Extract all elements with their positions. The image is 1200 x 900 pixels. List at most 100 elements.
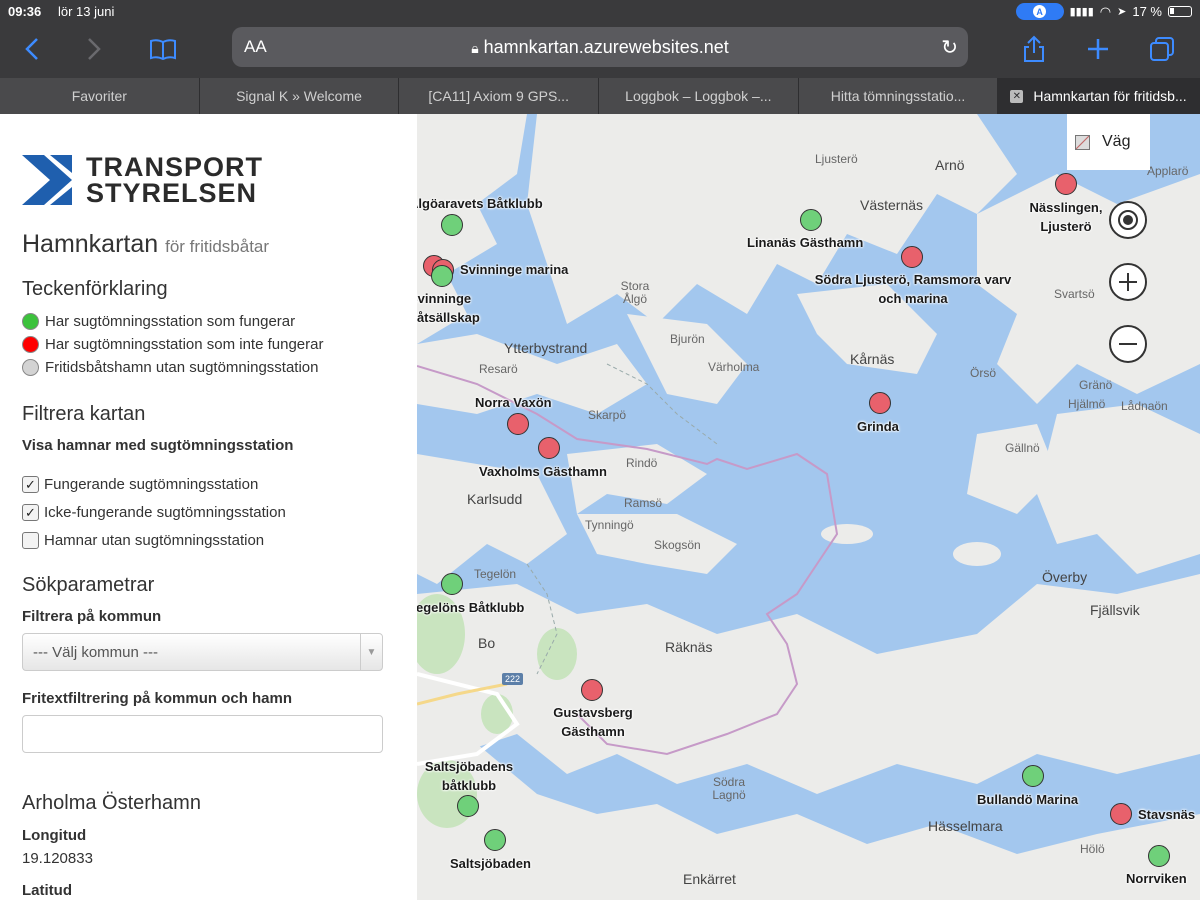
freetext-input[interactable] [22,715,383,753]
place-bo: Bo [478,635,496,651]
share-button[interactable] [1016,32,1052,66]
reload-icon[interactable]: ↻ [941,35,958,60]
status-time: 09:36 [8,4,42,19]
harbor-marker[interactable] [457,795,479,817]
layer-control[interactable]: Väg [1067,114,1150,170]
locate-me-button[interactable] [1109,201,1147,239]
battery-icon [1168,6,1192,17]
logo-mark-icon [22,155,72,205]
url-value: hamnkartan.azurewebsites.net [483,37,729,57]
back-button[interactable] [14,32,50,66]
place-tynningo: Tynningö [585,518,634,532]
harbor-label: Nässlingen, Ljusterö [1029,200,1103,234]
longitude-label: Longitud [22,827,87,844]
checkbox-checked-icon[interactable]: ✓ [22,504,39,521]
harbor-marker[interactable] [1148,845,1170,867]
zoom-in-button[interactable] [1109,263,1147,301]
bookmarks-button[interactable] [145,32,181,66]
filter-option-broken[interactable]: ✓ Icke-fungerande sugtömningsstation [22,504,286,521]
filter-option-working[interactable]: ✓ Fungerande sugtömningsstation [22,476,258,493]
map[interactable]: Ljusterö Arnö Västernäs Applarö Stora Ål… [417,114,1200,900]
harbor-marker[interactable] [800,209,822,231]
harbor-marker[interactable] [431,265,453,287]
dropdown-arrow-icon: ▼ [360,634,382,670]
kommun-label: Filtrera på kommun [22,608,162,625]
harbor-marker[interactable] [441,214,463,236]
filter-option-none[interactable]: Hamnar utan sugtömningsstation [22,532,264,549]
place-stora-algo: Stora Ålgö [620,279,650,306]
tab-axiom[interactable]: [CA11] Axiom 9 GPS... [399,78,600,114]
harbor-marker[interactable] [1110,803,1132,825]
close-tab-icon[interactable]: ✕ [1010,89,1024,103]
harbor-marker[interactable] [581,679,603,701]
tabs-overview-button[interactable] [1144,32,1180,66]
logo-text: TRANSPORT STYRELSEN [86,154,263,207]
wifi-icon: ◠ [1099,3,1112,19]
tab-loggbok[interactable]: Loggbok – Loggbok –... [599,78,799,114]
place-sodra-lagno: Södra Lagnö [712,775,746,802]
place-fjallsvik: Fjällsvik [1090,602,1140,618]
address-bar[interactable]: AA 🔒︎ hamnkartan.azurewebsites.net ↻ [232,27,968,67]
transportstyrelsen-logo: TRANSPORT STYRELSEN [22,154,263,207]
place-arno: Arnö [935,157,965,173]
kommun-selected: --- Välj kommun --- [33,644,159,661]
place-ladnaon: Lådnaön [1121,399,1168,413]
checkbox-unchecked-icon[interactable] [22,532,39,549]
checkbox-checked-icon[interactable]: ✓ [22,476,39,493]
place-skarpo: Skarpö [588,408,627,422]
place-overby: Överby [1042,569,1088,585]
harbor-marker[interactable] [1022,765,1044,787]
tab-favoriter[interactable]: Favoriter [0,78,200,114]
share-icon [1024,35,1044,62]
lock-icon: 🔒︎ [471,40,479,56]
tabs-icon [1150,37,1174,61]
harbor-marker[interactable] [538,437,560,459]
filter-option-label: Icke-fungerande sugtömningsstation [44,504,286,521]
harbor-marker[interactable] [441,573,463,595]
tab-bar: Favoriter Signal K » Welcome [CA11] Axio… [0,78,1200,114]
latitude-label: Latitud [22,882,72,899]
harbor-detail-name: Arholma Österhamn [22,792,201,814]
zoom-out-button[interactable] [1109,325,1147,363]
harbor-label: Bullandö Marina [977,792,1079,807]
harbor-label: Grinda [857,419,899,434]
tab-signal-k[interactable]: Signal K » Welcome [200,78,400,114]
place-orso: Örsö [970,366,997,380]
forward-button[interactable] [76,32,112,66]
harbor-marker[interactable] [901,246,923,268]
harbor-label: Gustavsberg Gästhamn [553,705,633,739]
harbor-label: Stavsnäs [1138,807,1196,822]
legend-item-working: Har sugtömningsstation som fungerar [22,313,295,330]
place-gallno: Gällnö [1005,441,1040,455]
harbor-label: Vaxholms Gästhamn [479,464,607,479]
target-icon [1118,210,1138,230]
legend-item-broken: Har sugtömningsstation som inte fungerar [22,336,323,353]
place-hjalmo: Hjälmö [1068,397,1106,411]
tab-hamnkartan[interactable]: ✕ Hamnkartan för fritidsb... [998,78,1200,114]
sidebar: TRANSPORT STYRELSEN Hamnkartan för friti… [0,114,417,900]
place-enkarret: Enkärret [683,871,736,887]
legend-item-none: Fritidsbåtshamn utan sugtömningsstation [22,359,318,376]
harbor-marker[interactable] [869,392,891,414]
legend-label: Har sugtömningsstation som fungerar [45,313,296,330]
new-tab-button[interactable] [1080,32,1116,66]
harbor-label: Svinninge båtsällskap [417,291,480,325]
location-pill-icon: A [1015,3,1064,20]
tab-hitta[interactable]: Hitta tömningsstatio... [799,78,999,114]
place-resaro: Resarö [479,362,518,376]
filter-subheading: Visa hamnar med sugtömningsstation [22,437,294,454]
place-hasselmara: Hässelmara [928,818,1003,834]
kommun-select[interactable]: --- Välj kommun --- ▼ [22,633,383,671]
place-ramso: Ramsö [624,496,663,510]
harbor-label: Norrviken [1126,871,1187,886]
longitude-value: 19.120833 [22,850,93,867]
harbor-marker[interactable] [507,413,529,435]
harbor-marker[interactable] [484,829,506,851]
grey-dot-icon [22,359,39,376]
harbor-label: Saltsjöbadens båtklubb [424,759,514,793]
place-ljustero: Ljusterö [815,152,858,166]
tab-hamnkartan-label: Hamnkartan för fritidsb... [1033,88,1187,104]
legend-heading: Teckenförklaring [22,278,168,300]
filter-heading: Filtrera kartan [22,403,146,425]
harbor-marker[interactable] [1055,173,1077,195]
